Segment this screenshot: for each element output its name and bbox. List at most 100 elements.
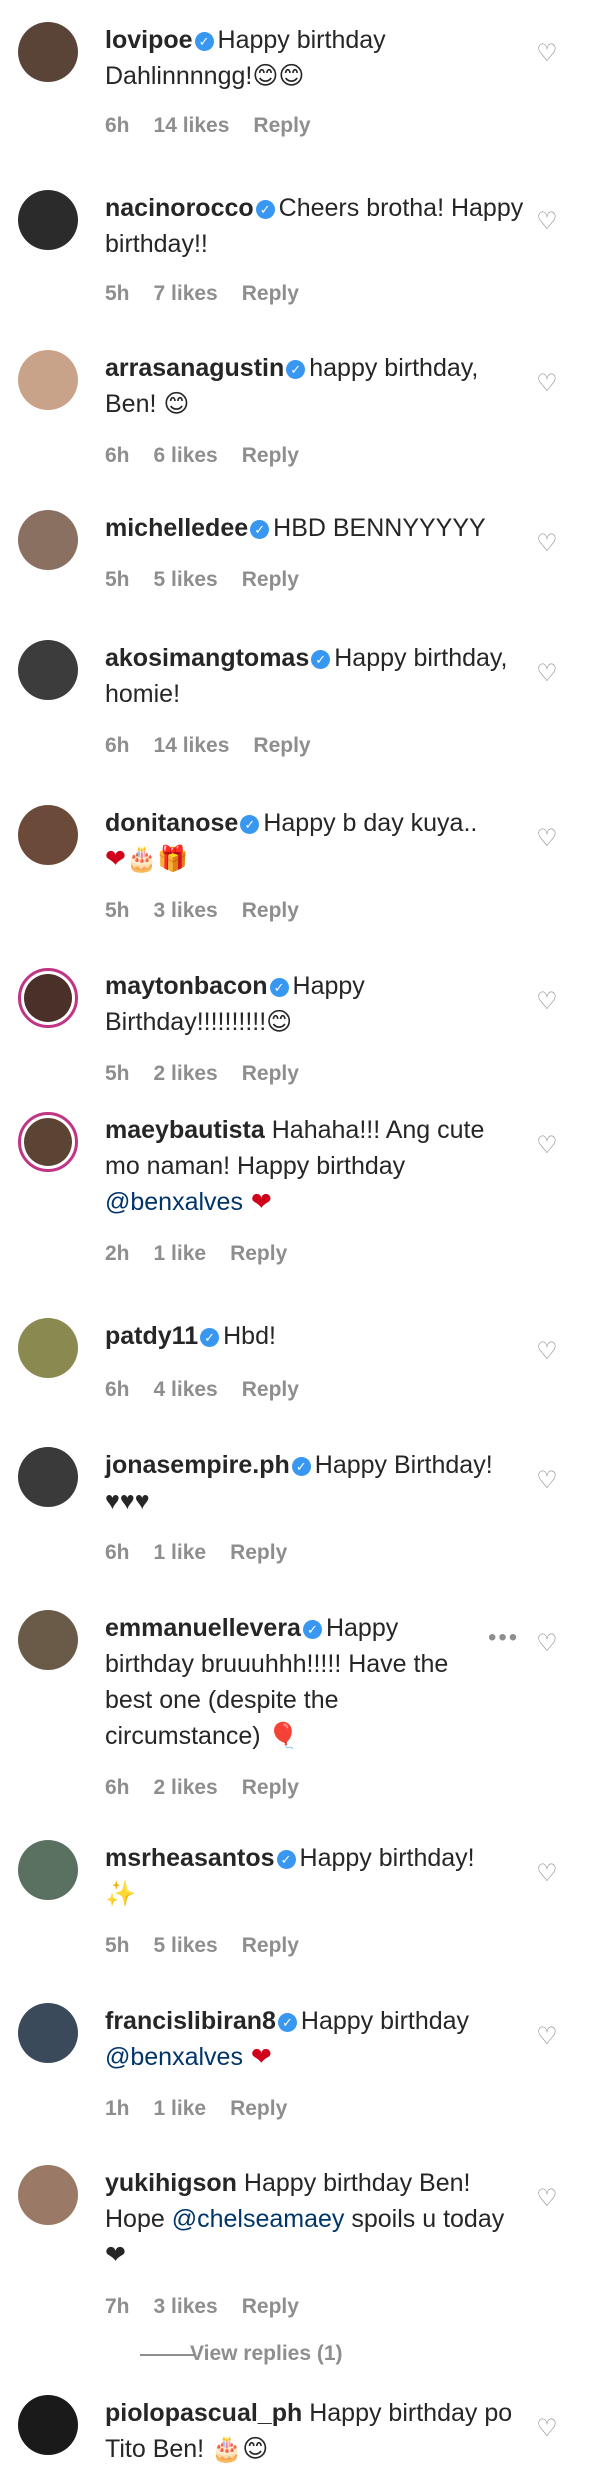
heart-outline-icon[interactable]: ♡ <box>535 2025 559 2049</box>
mention-link[interactable]: @chelseamaey <box>172 2205 345 2233</box>
username[interactable]: msrheasantos <box>105 1844 275 1872</box>
timestamp: 6h <box>105 1378 130 1401</box>
like-count[interactable]: 5 likes <box>154 568 218 591</box>
heart-outline-icon[interactable]: ♡ <box>535 2417 559 2441</box>
heart-outline-icon[interactable]: ♡ <box>535 210 559 234</box>
avatar[interactable] <box>18 510 78 570</box>
reply-button[interactable]: Reply <box>253 734 310 757</box>
mention-link[interactable]: @benxalves <box>105 2043 243 2071</box>
avatar-image <box>18 1610 78 1670</box>
comment-item: maeybautista Hahaha!!! Ang cute mo naman… <box>0 1112 600 1282</box>
like-count[interactable]: 2 likes <box>154 1776 218 1799</box>
avatar-image <box>18 510 78 570</box>
reply-button[interactable]: Reply <box>242 282 299 305</box>
verified-badge-icon: ✓ <box>269 978 289 997</box>
heart-outline-icon[interactable]: ♡ <box>535 1340 559 1364</box>
mention-link[interactable]: @benxalves <box>105 1188 243 1216</box>
sparkles-emoji: ✨ <box>105 1879 137 1908</box>
reply-button[interactable]: Reply <box>230 2097 287 2120</box>
username[interactable]: akosimangtomas <box>105 644 309 672</box>
comment-body: michelledee ✓ HBD BENNYYYYY <box>105 510 525 546</box>
username[interactable]: patdy11 <box>105 1322 198 1350</box>
like-count[interactable]: 3 likes <box>154 2295 218 2318</box>
heart-outline-icon[interactable]: ♡ <box>535 2187 559 2211</box>
like-count[interactable]: 7 likes <box>154 282 218 305</box>
avatar-image <box>18 640 78 700</box>
verified-badge-icon: ✓ <box>240 815 260 834</box>
avatar[interactable] <box>18 968 78 1028</box>
username[interactable]: piolopascual_ph <box>105 2399 302 2427</box>
like-count[interactable]: 14 likes <box>154 114 230 137</box>
reply-button[interactable]: Reply <box>242 444 299 467</box>
avatar[interactable] <box>18 22 78 82</box>
avatar[interactable] <box>18 2165 78 2225</box>
username[interactable]: yukihigson <box>105 2169 237 2197</box>
heart-outline-icon[interactable]: ♡ <box>535 1632 559 1656</box>
avatar[interactable] <box>18 2395 78 2455</box>
reply-button[interactable]: Reply <box>230 1541 287 1564</box>
avatar[interactable] <box>18 640 78 700</box>
like-count[interactable]: 5 likes <box>154 1934 218 1957</box>
like-count[interactable]: 4 likes <box>154 1378 218 1401</box>
comment-body: patdy11 ✓ Hbd! <box>105 1318 525 1354</box>
username[interactable]: arrasanagustin <box>105 354 284 382</box>
like-count[interactable]: 1 like <box>154 1541 207 1564</box>
reply-button[interactable]: Reply <box>242 899 299 922</box>
username[interactable]: maeybautista <box>105 1116 265 1144</box>
like-count[interactable]: 2 likes <box>154 1062 218 1085</box>
heart-outline-icon[interactable]: ♡ <box>535 1862 559 1886</box>
heart-outline-icon[interactable]: ♡ <box>535 990 559 1014</box>
like-count[interactable]: 1 like <box>154 2097 207 2120</box>
avatar[interactable] <box>18 1447 78 1507</box>
reply-button[interactable]: Reply <box>242 1934 299 1957</box>
username[interactable]: michelledee <box>105 514 248 542</box>
username[interactable]: jonasempire.ph <box>105 1451 290 1479</box>
heart-outline-icon[interactable]: ♡ <box>535 42 559 66</box>
comment-meta: 6h 4 likes Reply <box>105 1378 323 1402</box>
heart-outline-icon[interactable]: ♡ <box>535 827 559 851</box>
reply-button[interactable]: Reply <box>242 568 299 591</box>
avatar[interactable] <box>18 1610 78 1670</box>
comment-item: msrheasantos ✓ Happy birthday! ✨ ♡ 5h 5 lik… <box>0 1840 600 1970</box>
username[interactable]: emmanuellevera <box>105 1614 301 1642</box>
comment-body: akosimangtomas ✓ Happy birthday, homie! <box>105 640 525 712</box>
reply-button[interactable]: Reply <box>242 1378 299 1401</box>
reply-button[interactable]: Reply <box>253 114 310 137</box>
username[interactable]: nacinorocco <box>105 194 254 222</box>
more-options-icon[interactable]: ••• <box>488 1624 519 1652</box>
view-replies-divider <box>140 2354 195 2356</box>
avatar[interactable] <box>18 2003 78 2063</box>
reply-button[interactable]: Reply <box>230 1242 287 1265</box>
avatar[interactable] <box>18 1840 78 1900</box>
heart-emoji: ❤ <box>242 2042 272 2071</box>
heart-outline-icon[interactable]: ♡ <box>535 1469 559 1493</box>
avatar[interactable] <box>18 350 78 410</box>
reply-button[interactable]: Reply <box>242 1776 299 1799</box>
avatar[interactable] <box>18 1112 78 1172</box>
avatar-image <box>18 2395 78 2455</box>
view-replies-button[interactable]: View replies (1) <box>190 2342 343 2366</box>
like-count[interactable]: 3 likes <box>154 899 218 922</box>
comment-body: nacinorocco ✓ Cheers brotha! Happy birthda… <box>105 190 525 262</box>
heart-outline-icon[interactable]: ♡ <box>535 532 559 556</box>
verified-badge-icon: ✓ <box>255 200 275 219</box>
heart-outline-icon[interactable]: ♡ <box>535 1134 559 1158</box>
comment-item: piolopascual_ph Happy birthday po Tito B… <box>0 2395 600 2480</box>
avatar[interactable] <box>18 1318 78 1378</box>
username[interactable]: francislibiran8 <box>105 2007 276 2035</box>
heart-outline-icon[interactable]: ♡ <box>535 372 559 396</box>
avatar[interactable] <box>18 190 78 250</box>
timestamp: 5h <box>105 568 130 591</box>
reply-button[interactable]: Reply <box>242 1062 299 1085</box>
like-count[interactable]: 6 likes <box>154 444 218 467</box>
comment-body: arrasanagustin ✓ happy birthday, Ben! 😊 <box>105 350 525 422</box>
username[interactable]: donitanose <box>105 809 238 837</box>
username[interactable]: maytonbacon <box>105 972 268 1000</box>
like-count[interactable]: 14 likes <box>154 734 230 757</box>
avatar[interactable] <box>18 805 78 865</box>
reply-button[interactable]: Reply <box>242 2295 299 2318</box>
username[interactable]: lovipoe <box>105 26 193 54</box>
avatar-image <box>18 2003 78 2063</box>
heart-outline-icon[interactable]: ♡ <box>535 662 559 686</box>
like-count[interactable]: 1 like <box>154 1242 207 1265</box>
